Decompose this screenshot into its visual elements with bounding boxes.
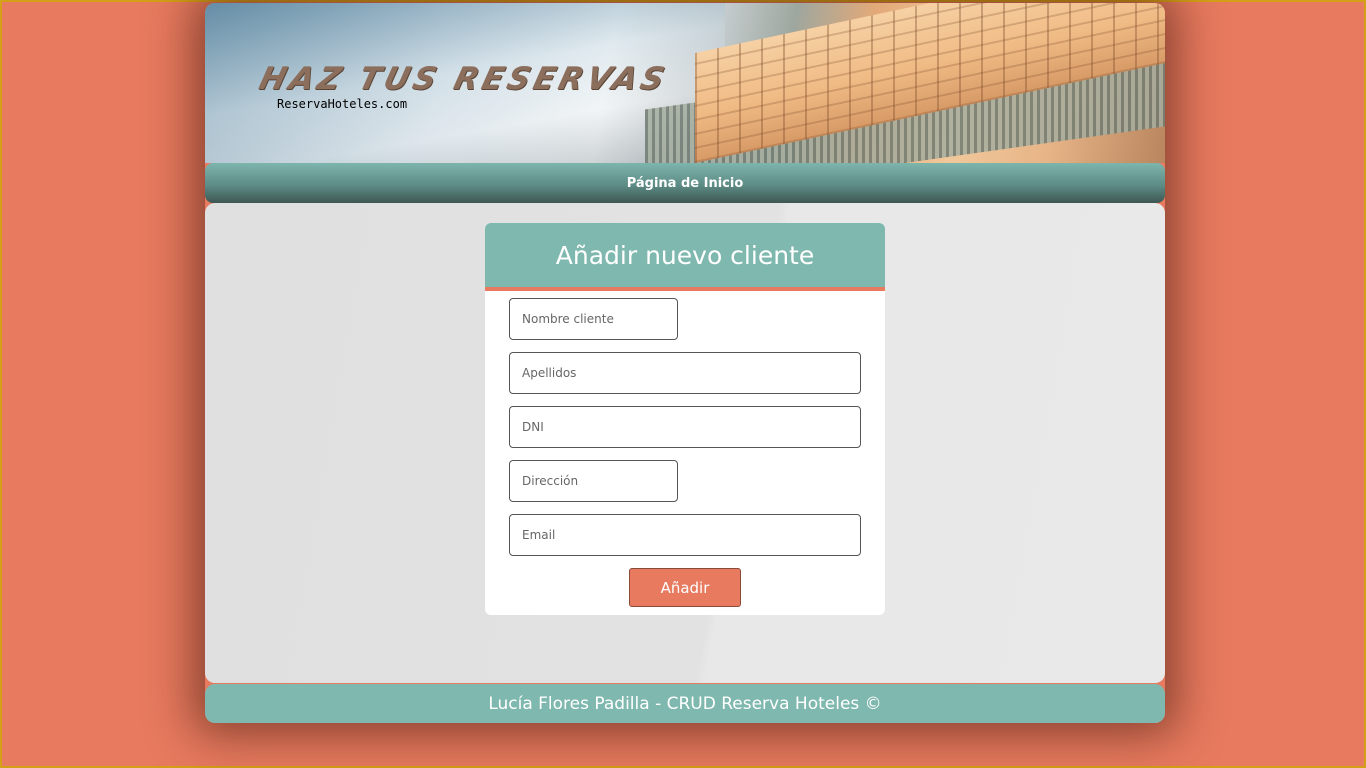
main-content: Añadir nuevo cliente Añadir: [205, 203, 1165, 683]
footer: Lucía Flores Padilla - CRUD Reserva Hote…: [205, 684, 1165, 723]
banner-subtitle: ReservaHoteles.com: [277, 97, 408, 111]
nav-home-link[interactable]: Página de Inicio: [627, 176, 744, 191]
form-title: Añadir nuevo cliente: [555, 240, 815, 270]
email-input[interactable]: [509, 514, 861, 556]
nombre-cliente-input[interactable]: [509, 298, 678, 340]
apellidos-input[interactable]: [509, 352, 861, 394]
banner-title: HAZ TUS RESERVAS: [255, 61, 672, 97]
add-client-button[interactable]: Añadir: [629, 568, 741, 607]
direccion-input[interactable]: [509, 460, 678, 502]
add-client-form-card: Añadir nuevo cliente Añadir: [485, 223, 885, 615]
footer-text: Lucía Flores Padilla - CRUD Reserva Hote…: [488, 693, 882, 714]
page-container: HAZ TUS RESERVAS ReservaHoteles.com Pági…: [205, 3, 1165, 723]
header-banner: HAZ TUS RESERVAS ReservaHoteles.com: [205, 3, 1165, 163]
nav-bar: Página de Inicio: [205, 163, 1165, 203]
form-header: Añadir nuevo cliente: [485, 223, 885, 291]
dni-input[interactable]: [509, 406, 861, 448]
